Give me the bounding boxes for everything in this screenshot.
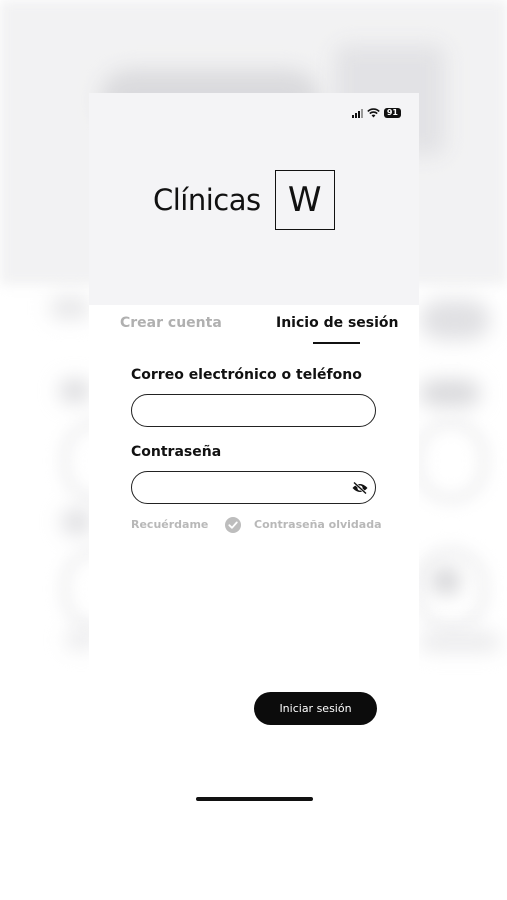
remember-me-label[interactable]: Recuérdame bbox=[131, 518, 208, 531]
tab-create-account[interactable]: Crear cuenta bbox=[120, 315, 222, 331]
check-icon[interactable] bbox=[225, 517, 241, 533]
brand-mark: W bbox=[274, 170, 335, 230]
brand-name: Clínicas bbox=[153, 183, 261, 217]
backdrop-label-blur-right bbox=[420, 380, 480, 406]
tab-login[interactable]: Inicio de sesión bbox=[276, 315, 399, 331]
login-button[interactable]: Iniciar sesión bbox=[254, 692, 377, 725]
password-label: Contraseña bbox=[131, 444, 222, 460]
battery-indicator: 91 bbox=[383, 108, 401, 118]
auth-tabs: Crear cuenta Inicio de sesión bbox=[89, 315, 419, 345]
backdrop-label2-blur bbox=[62, 510, 92, 534]
signal-icon bbox=[351, 108, 363, 118]
password-input[interactable] bbox=[131, 471, 376, 504]
forgot-password-link[interactable]: Contraseña olvidada bbox=[254, 518, 382, 531]
active-tab-indicator bbox=[313, 342, 360, 344]
status-bar: 91 bbox=[351, 108, 401, 118]
backdrop-tab-blur-right bbox=[420, 300, 490, 340]
brand-logo: Clínicas W bbox=[153, 170, 335, 230]
email-input[interactable] bbox=[131, 394, 376, 427]
wifi-icon bbox=[367, 108, 380, 118]
login-screen: 91 Clínicas W Crear cuenta Inicio de ses… bbox=[89, 93, 419, 813]
backdrop-eye-blur bbox=[432, 568, 460, 594]
backdrop-input-blur-right bbox=[415, 420, 487, 502]
home-indicator bbox=[196, 797, 313, 801]
backdrop-label-blur bbox=[60, 380, 90, 402]
header-area: 91 Clínicas W bbox=[89, 93, 419, 305]
eye-off-icon[interactable] bbox=[351, 481, 369, 495]
backdrop-tab-blur bbox=[50, 298, 90, 318]
backdrop-aux-blur-right bbox=[420, 634, 500, 650]
email-label: Correo electrónico o teléfono bbox=[131, 367, 362, 383]
